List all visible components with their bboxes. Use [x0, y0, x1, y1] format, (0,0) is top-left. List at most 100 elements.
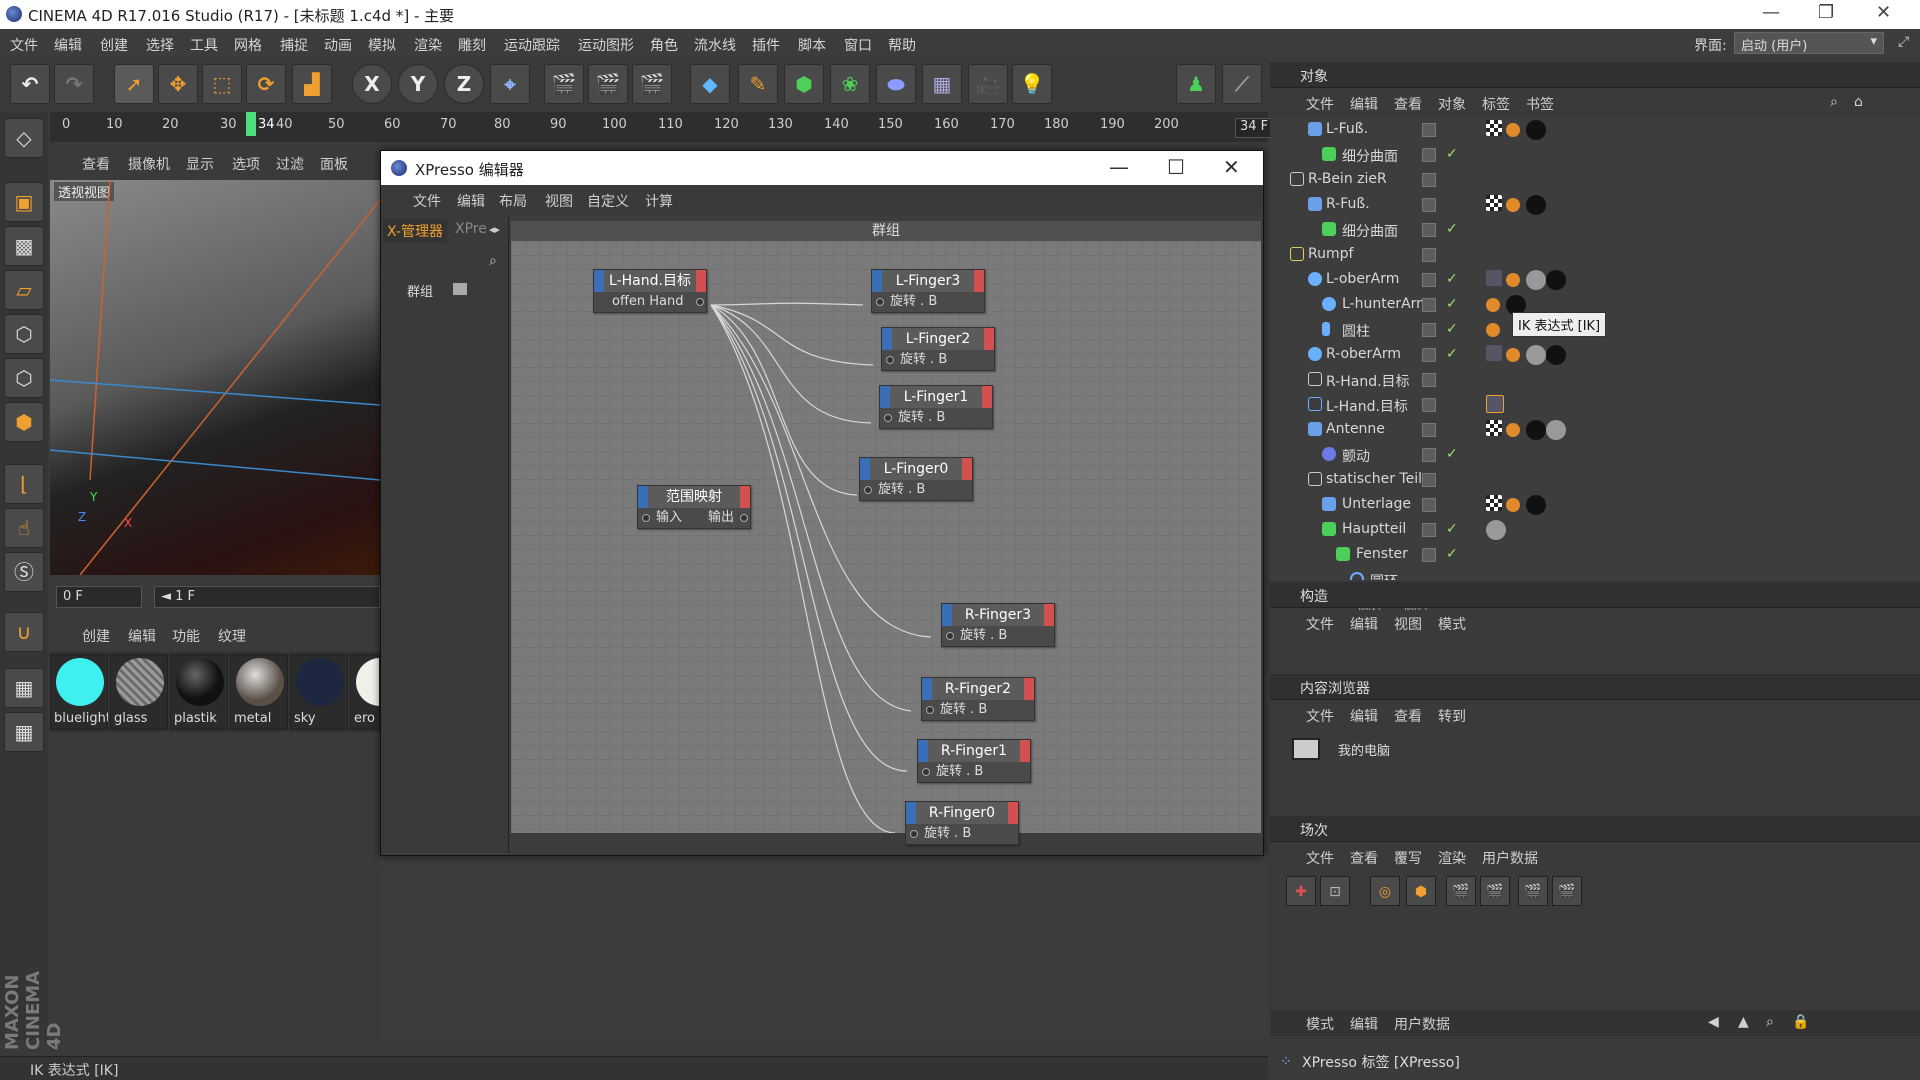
xp-menu-calculate[interactable]: 计算 [645, 191, 673, 211]
visibility-toggle[interactable] [1422, 248, 1436, 262]
object-mode-icon[interactable]: ▣ [4, 182, 44, 222]
close-button[interactable]: ✕ [1876, 2, 1891, 23]
material-item[interactable]: sky [290, 654, 348, 730]
polygons-mode-icon[interactable]: ⬢ [4, 402, 44, 442]
tree-row[interactable]: Rumpf [1270, 243, 1898, 268]
str-menu-file[interactable]: 文件 [1306, 614, 1334, 634]
rotate-tool-icon[interactable]: ⟳ [246, 64, 286, 104]
last-tool-icon[interactable]: ▟ [292, 64, 332, 104]
menu-sculpt[interactable]: 雕刻 [458, 35, 486, 55]
playhead[interactable] [246, 112, 256, 136]
cb-menu-view[interactable]: 查看 [1394, 706, 1422, 726]
deformer-icon[interactable]: ⬬ [876, 64, 916, 104]
menu-plugins[interactable]: 插件 [752, 35, 780, 55]
coordinate-system-icon[interactable]: ⌖ [490, 64, 530, 104]
move-tool-icon[interactable]: ✥ [158, 64, 198, 104]
cube-icon[interactable]: ◆ [690, 64, 730, 104]
material-tag-icon[interactable] [1526, 495, 1546, 515]
phong-tag-icon[interactable] [1526, 345, 1546, 365]
texture-mode-icon[interactable]: ▩ [4, 226, 44, 266]
tree-row[interactable]: L-oberArm ✓ [1270, 268, 1898, 293]
cb-menu-edit[interactable]: 编辑 [1350, 706, 1378, 726]
output-port[interactable] [696, 298, 704, 306]
planar-workplane-icon[interactable]: ▦ [4, 712, 44, 752]
tweak-mode-icon[interactable]: ☝ [4, 508, 44, 548]
tk-menu-render[interactable]: 渲染 [1438, 848, 1466, 868]
restore-button[interactable]: ❐ [1818, 2, 1834, 23]
mat-menu-texture[interactable]: 纹理 [218, 626, 246, 646]
points-mode-icon[interactable]: ⬡ [4, 314, 44, 354]
material-item[interactable]: plastik [170, 654, 228, 730]
tk-menu-view[interactable]: 查看 [1350, 848, 1378, 868]
subdivision-icon[interactable]: ⬢ [784, 64, 824, 104]
checker-tag-icon[interactable] [1486, 420, 1502, 436]
tree-row[interactable]: R-Bein zieR [1270, 168, 1898, 193]
node-r-finger1[interactable]: R-Finger1 旋转 . B [917, 739, 1031, 783]
menu-simulate[interactable]: 模拟 [368, 35, 396, 55]
search-icon[interactable]: ⌕ [489, 253, 497, 269]
attr-menu-mode[interactable]: 模式 [1306, 1014, 1334, 1034]
visibility-toggle[interactable] [1422, 273, 1436, 287]
visibility-toggle[interactable] [1422, 298, 1436, 312]
mat-menu-function[interactable]: 功能 [172, 626, 200, 646]
material-tag-icon[interactable] [1526, 195, 1546, 215]
xpresso-tag-selected-icon[interactable] [1486, 395, 1504, 413]
xp-menu-edit[interactable]: 编辑 [457, 191, 485, 211]
content-item-my-computer[interactable]: 我的电脑 [1338, 740, 1390, 759]
cb-menu-goto[interactable]: 转到 [1438, 706, 1466, 726]
mograph-cloner-icon[interactable]: ❀ [830, 64, 870, 104]
enabled-check-icon[interactable]: ✓ [1446, 296, 1458, 312]
visibility-toggle[interactable] [1422, 473, 1436, 487]
node-r-finger3[interactable]: R-Finger3 旋转 . B [941, 603, 1055, 647]
tree-row[interactable]: L-Hand.目标 [1270, 393, 1898, 418]
render-settings-icon[interactable]: 🎬 [632, 64, 672, 104]
input-port[interactable] [946, 632, 954, 640]
str-menu-view[interactable]: 视图 [1394, 614, 1422, 634]
xpresso-node-canvas[interactable]: L-Hand.目标 offen Hand L-Finger3 旋转 . B L-… [511, 241, 1261, 845]
perspective-viewport[interactable]: 透视视图 Y Z X [50, 180, 380, 575]
scale-tool-icon[interactable]: ⬚ [202, 64, 242, 104]
visibility-toggle[interactable] [1422, 323, 1436, 337]
enabled-check-icon[interactable]: ✓ [1446, 271, 1458, 287]
minimize-button[interactable]: — [1762, 2, 1780, 23]
phong-tag-icon[interactable] [1486, 520, 1506, 540]
obj-menu-bookmarks[interactable]: 书签 [1526, 94, 1554, 114]
up-arrow-icon[interactable]: ▲ [1738, 1014, 1749, 1030]
vp-menu-filter[interactable]: 过滤 [276, 154, 304, 174]
str-menu-mode[interactable]: 模式 [1438, 614, 1466, 634]
tk-menu-userdata[interactable]: 用户数据 [1482, 848, 1538, 868]
floor-grid-icon[interactable]: ▦ [922, 64, 962, 104]
ik-tag-icon[interactable] [1506, 423, 1520, 437]
material-tag-icon[interactable] [1526, 120, 1546, 140]
tree-row[interactable]: statischer Teil [1270, 468, 1898, 493]
light-bulb-icon[interactable]: 💡 [1012, 64, 1052, 104]
cb-menu-file[interactable]: 文件 [1306, 706, 1334, 726]
node-r-finger0[interactable]: R-Finger0 旋转 . B [905, 801, 1019, 845]
xp-menu-custom[interactable]: 自定义 [587, 191, 629, 211]
vp-menu-panel[interactable]: 面板 [320, 154, 348, 174]
tree-item-group[interactable]: 群组 [407, 281, 433, 300]
undo-button[interactable]: ↶ [10, 64, 50, 104]
material-item[interactable]: ero [350, 654, 380, 730]
material-tag-icon[interactable] [1546, 270, 1566, 290]
tree-row[interactable]: 细分曲面 ✓ [1270, 143, 1898, 168]
tk-menu-override[interactable]: 覆写 [1394, 848, 1422, 868]
node-l-finger0[interactable]: L-Finger0 旋转 . B [859, 457, 973, 501]
snap-icon[interactable]: Ⓢ [4, 552, 44, 592]
tab-scroll-icon[interactable]: ◂▸ [489, 223, 500, 236]
mat-menu-edit[interactable]: 编辑 [128, 626, 156, 646]
menu-window[interactable]: 窗口 [844, 35, 872, 55]
visibility-toggle[interactable] [1422, 173, 1436, 187]
tree-row[interactable]: Hauptteil ✓ [1270, 518, 1898, 543]
material-tag-icon[interactable] [1546, 345, 1566, 365]
enabled-check-icon[interactable]: ✓ [1446, 321, 1458, 337]
axis-y-button[interactable]: Y [398, 64, 438, 104]
visibility-toggle[interactable] [1422, 523, 1436, 537]
pen-spline-icon[interactable]: ✎ [738, 64, 778, 104]
ik-tag-icon[interactable] [1506, 123, 1520, 137]
enabled-check-icon[interactable]: ✓ [1446, 521, 1458, 537]
tab-x-manager[interactable]: X-管理器 [383, 219, 447, 243]
enabled-check-icon[interactable]: ✓ [1446, 546, 1458, 562]
ik-tag-icon[interactable] [1506, 348, 1520, 362]
tree-row[interactable]: 圆环 [1270, 568, 1898, 580]
